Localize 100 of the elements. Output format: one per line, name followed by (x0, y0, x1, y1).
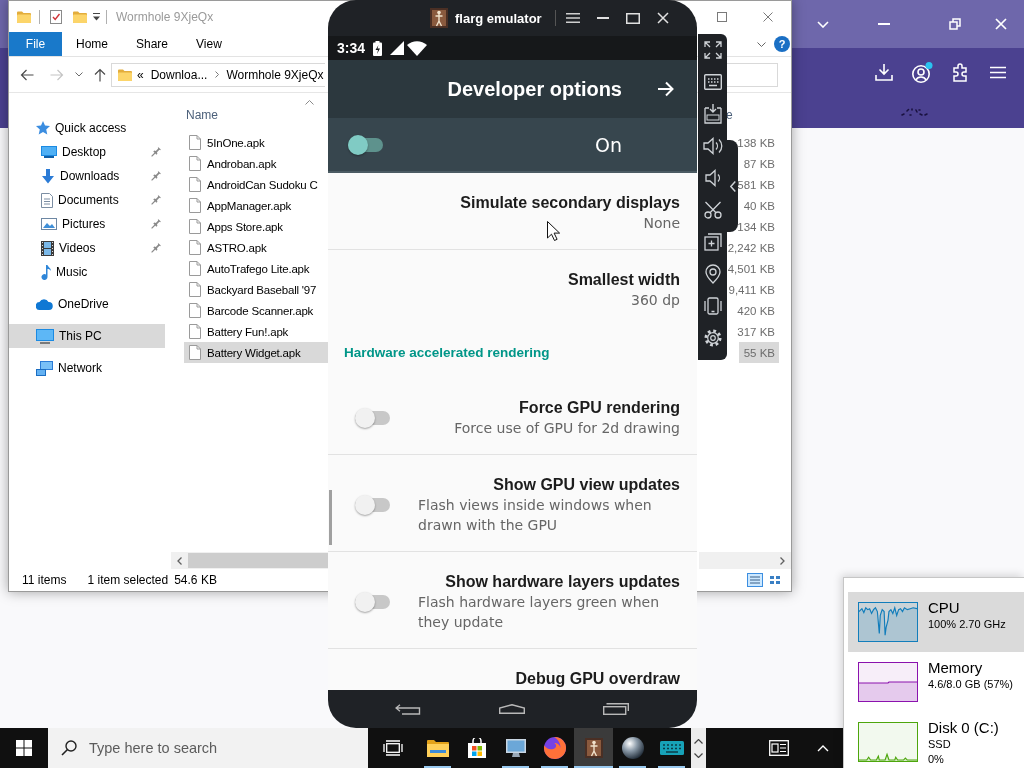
scrollbar-thumb[interactable] (188, 553, 328, 568)
resource-item[interactable]: CPU 100% 2.70 GHz (848, 592, 1024, 652)
keyboard-icon[interactable] (703, 74, 722, 90)
ribbon-tab[interactable]: Share (122, 32, 183, 56)
resource-item[interactable]: Disk 0 (C:) SSD 0% (848, 712, 1024, 768)
caret-up-icon[interactable] (694, 738, 703, 744)
taskbar-button[interactable] (574, 728, 613, 768)
volume-up-icon[interactable] (702, 137, 723, 155)
setting-summary: None (643, 214, 680, 233)
windows-logo-icon[interactable] (16, 740, 32, 756)
nav-item[interactable]: Downloads (9, 164, 165, 188)
horizontal-scrollbar[interactable] (171, 552, 328, 569)
back-arrow-icon[interactable] (20, 68, 34, 81)
file-size: 420 KB (736, 303, 776, 319)
back-icon[interactable] (395, 703, 421, 715)
file-item[interactable]: Battery Widget.apk (184, 342, 328, 363)
address-bar[interactable]: « Downloa... Wormhole 9XjeQx (111, 62, 325, 87)
panel-handle[interactable] (727, 140, 738, 232)
toggle-switch[interactable] (355, 592, 390, 612)
file-item[interactable]: AutoTrafego Lite.apk (184, 258, 328, 279)
breadcrumb[interactable]: Wormhole 9XjeQx (226, 67, 324, 82)
menu-icon[interactable] (566, 13, 580, 23)
file-item[interactable]: AppManager.apk (184, 195, 328, 216)
pin-icon[interactable] (151, 171, 161, 181)
signal-icon (390, 41, 405, 55)
volume-down-icon[interactable] (704, 169, 721, 187)
checklist-icon[interactable] (50, 9, 62, 24)
pin-icon[interactable] (151, 147, 161, 157)
account-icon[interactable] (911, 61, 933, 83)
picture-icon (41, 218, 57, 230)
nav-item[interactable]: Music (9, 260, 165, 284)
pin-icon[interactable] (151, 195, 161, 205)
caret-down-icon[interactable] (93, 12, 100, 21)
nav-item[interactable]: This PC (9, 324, 165, 348)
ribbon-tab[interactable]: Home (62, 32, 122, 56)
pin-icon[interactable] (151, 243, 161, 253)
file-icon (189, 156, 201, 171)
resource-item[interactable]: Memory 4.6/8.0 GB (57%) (848, 652, 1024, 712)
chevron-up-icon[interactable] (817, 744, 829, 752)
selection-size: 54.6 KB (174, 573, 217, 587)
settings-icon[interactable] (703, 329, 722, 347)
nav-item[interactable]: Pictures (9, 212, 165, 236)
horizontal-scrollbar[interactable] (699, 552, 791, 569)
column-header[interactable]: e (726, 100, 779, 127)
nav-item[interactable]: Network (9, 356, 165, 380)
nav-item[interactable]: Documents (9, 188, 165, 212)
file-item[interactable]: Barcode Scanner.apk (184, 300, 328, 321)
file-item[interactable]: ASTRO.apk (184, 237, 328, 258)
fullscreen-icon[interactable] (703, 41, 722, 59)
monitor-icon (503, 738, 528, 758)
toggle-switch[interactable] (355, 408, 390, 428)
home-icon[interactable] (499, 704, 525, 714)
nav-item[interactable]: OneDrive (9, 292, 165, 316)
mouse-cursor-icon (547, 221, 560, 241)
file-item[interactable]: Battery Fun!.apk (184, 321, 328, 342)
vibrate-icon[interactable] (702, 297, 723, 315)
resource-detail: SSD (928, 737, 952, 752)
pin-icon[interactable] (151, 219, 161, 229)
file-icon (189, 324, 201, 339)
file-item[interactable]: Backyard Baseball '97 (184, 279, 328, 300)
download-icon[interactable] (875, 63, 893, 81)
download-arrow-icon (41, 168, 55, 184)
news-icon[interactable] (769, 740, 789, 756)
setting-summary: 360 dp (631, 291, 680, 310)
task-view-icon[interactable] (383, 740, 403, 756)
add-window-icon[interactable] (703, 233, 722, 251)
file-item[interactable]: AndroidCan Sudoku C (184, 174, 328, 195)
column-header[interactable]: Name (184, 100, 328, 127)
toggle-switch[interactable] (348, 134, 383, 155)
breadcrumb[interactable]: Downloa... (150, 67, 208, 82)
file-item[interactable]: Androban.apk (184, 153, 328, 174)
tiles-view-icon[interactable] (767, 573, 783, 587)
ribbon-menu-tab[interactable]: File (9, 32, 62, 56)
install-icon[interactable] (703, 104, 722, 124)
details-view-icon[interactable] (747, 573, 763, 587)
location-pin-icon[interactable] (704, 264, 721, 284)
puzzle-icon[interactable] (952, 62, 968, 82)
arrow-right-icon[interactable] (657, 81, 675, 97)
toggle-switch[interactable] (355, 495, 390, 515)
chevron-down-icon[interactable] (75, 72, 83, 77)
caret-down-icon[interactable] (694, 752, 703, 758)
file-item[interactable]: Apps Store.apk (184, 216, 328, 237)
film-icon (41, 240, 54, 256)
nav-item[interactable]: Videos (9, 236, 165, 260)
setting-title: Debug GPU overdraw (515, 669, 680, 689)
scissors-icon[interactable] (703, 201, 722, 219)
folder-icon (426, 739, 449, 757)
category-header: Hardware accelerated rendering (344, 344, 550, 362)
file-item[interactable]: 5InOne.apk (184, 132, 328, 153)
nav-item[interactable]: Quick access (9, 116, 165, 140)
nav-item[interactable]: Desktop (9, 140, 165, 164)
chevron-right-icon[interactable] (215, 71, 220, 78)
up-arrow-icon[interactable] (94, 67, 106, 82)
help-button[interactable]: ? (774, 36, 790, 52)
chevron-down-icon[interactable] (757, 41, 766, 47)
recents-icon[interactable] (603, 703, 629, 715)
ribbon-tab[interactable]: View (182, 32, 236, 56)
restore-icon[interactable] (949, 18, 961, 30)
setting-summary: Flash views inside windows when drawn with the GPU (418, 496, 653, 535)
breadcrumb-overflow[interactable]: « (137, 67, 144, 82)
